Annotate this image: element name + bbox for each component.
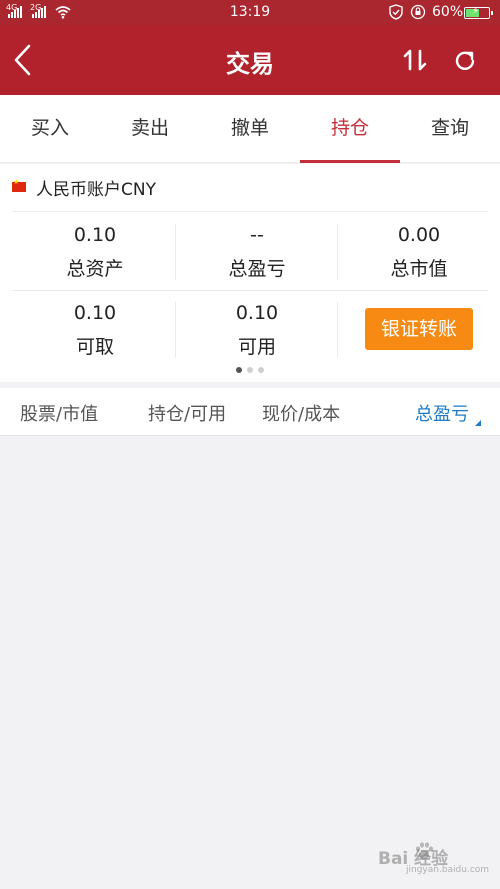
shield-icon — [389, 4, 403, 20]
status-bar: 4G 2G 13:19 60% ⚡ — [0, 0, 500, 25]
account-name: 人民币账户CNY — [36, 179, 156, 200]
metric-withdrawable: 0.10 可取 — [14, 299, 176, 361]
baidu-jingyan-watermark: Bai 经验 jingyan.baidu.com — [378, 838, 490, 878]
positions-list-empty — [0, 437, 500, 889]
battery-icon: ⚡ — [464, 6, 493, 19]
tab-sell[interactable]: 卖出 — [100, 95, 200, 162]
page-dot — [258, 367, 264, 373]
column-price-cost: 现价/成本 — [262, 404, 341, 425]
account-header: 人民币账户CNY — [12, 174, 156, 200]
page-dot — [236, 367, 242, 373]
metric-label: 总资产 — [66, 258, 124, 280]
metric-total-profit-loss: -- 总盈亏 — [176, 221, 338, 283]
metric-total-assets: 0.10 总资产 — [14, 221, 176, 283]
divider — [337, 302, 338, 358]
metric-value: 0.00 — [397, 224, 441, 246]
metric-available: 0.10 可用 — [176, 299, 338, 361]
title-bar: 交易 — [0, 25, 500, 95]
positions-list-header: 股票/市值 持仓/可用 现价/成本 总盈亏 — [0, 388, 500, 436]
battery-percent: 60% — [432, 4, 464, 20]
metric-label: 总盈亏 — [228, 258, 286, 280]
sort-indicator-icon — [475, 420, 481, 426]
bank-securities-transfer-button[interactable]: 银证转账 — [365, 308, 473, 350]
refresh-icon[interactable] — [454, 49, 476, 71]
tab-bar: 买入 卖出 撤单 持仓 查询 — [0, 95, 500, 163]
metric-label: 可取 — [75, 336, 114, 358]
tab-query[interactable]: 查询 — [400, 95, 500, 162]
metric-label: 可用 — [237, 336, 276, 358]
account-summary-card: 人民币账户CNY 0.10 总资产 -- 总盈亏 0.00 总市值 0.10 可… — [0, 164, 500, 382]
tab-buy[interactable]: 买入 — [0, 95, 100, 162]
metric-value: 0.10 — [73, 224, 117, 246]
metric-value: 0.10 — [73, 302, 117, 324]
charging-icon: ⚡ — [472, 6, 480, 17]
metric-label: 总市值 — [390, 258, 448, 280]
page-indicator — [0, 367, 500, 373]
tab-cancel-order[interactable]: 撤单 — [200, 95, 300, 162]
page-dot — [247, 367, 253, 373]
column-stock-market-value: 股票/市值 — [20, 404, 99, 425]
metric-value: 0.10 — [235, 302, 279, 324]
column-total-profit-loss-sort[interactable]: 总盈亏 — [415, 400, 469, 426]
china-flag-icon — [12, 178, 26, 192]
divider — [12, 211, 488, 212]
metric-total-market-value: 0.00 总市值 — [338, 221, 500, 283]
watermark-url: jingyan.baidu.com — [406, 865, 490, 875]
swap-icon[interactable] — [402, 47, 428, 73]
column-position-available: 持仓/可用 — [148, 404, 227, 425]
baidu-paw-icon — [416, 842, 433, 860]
divider — [12, 290, 488, 291]
metric-value: -- — [250, 224, 264, 246]
tab-positions[interactable]: 持仓 — [300, 95, 400, 163]
rotation-lock-icon — [410, 4, 426, 20]
